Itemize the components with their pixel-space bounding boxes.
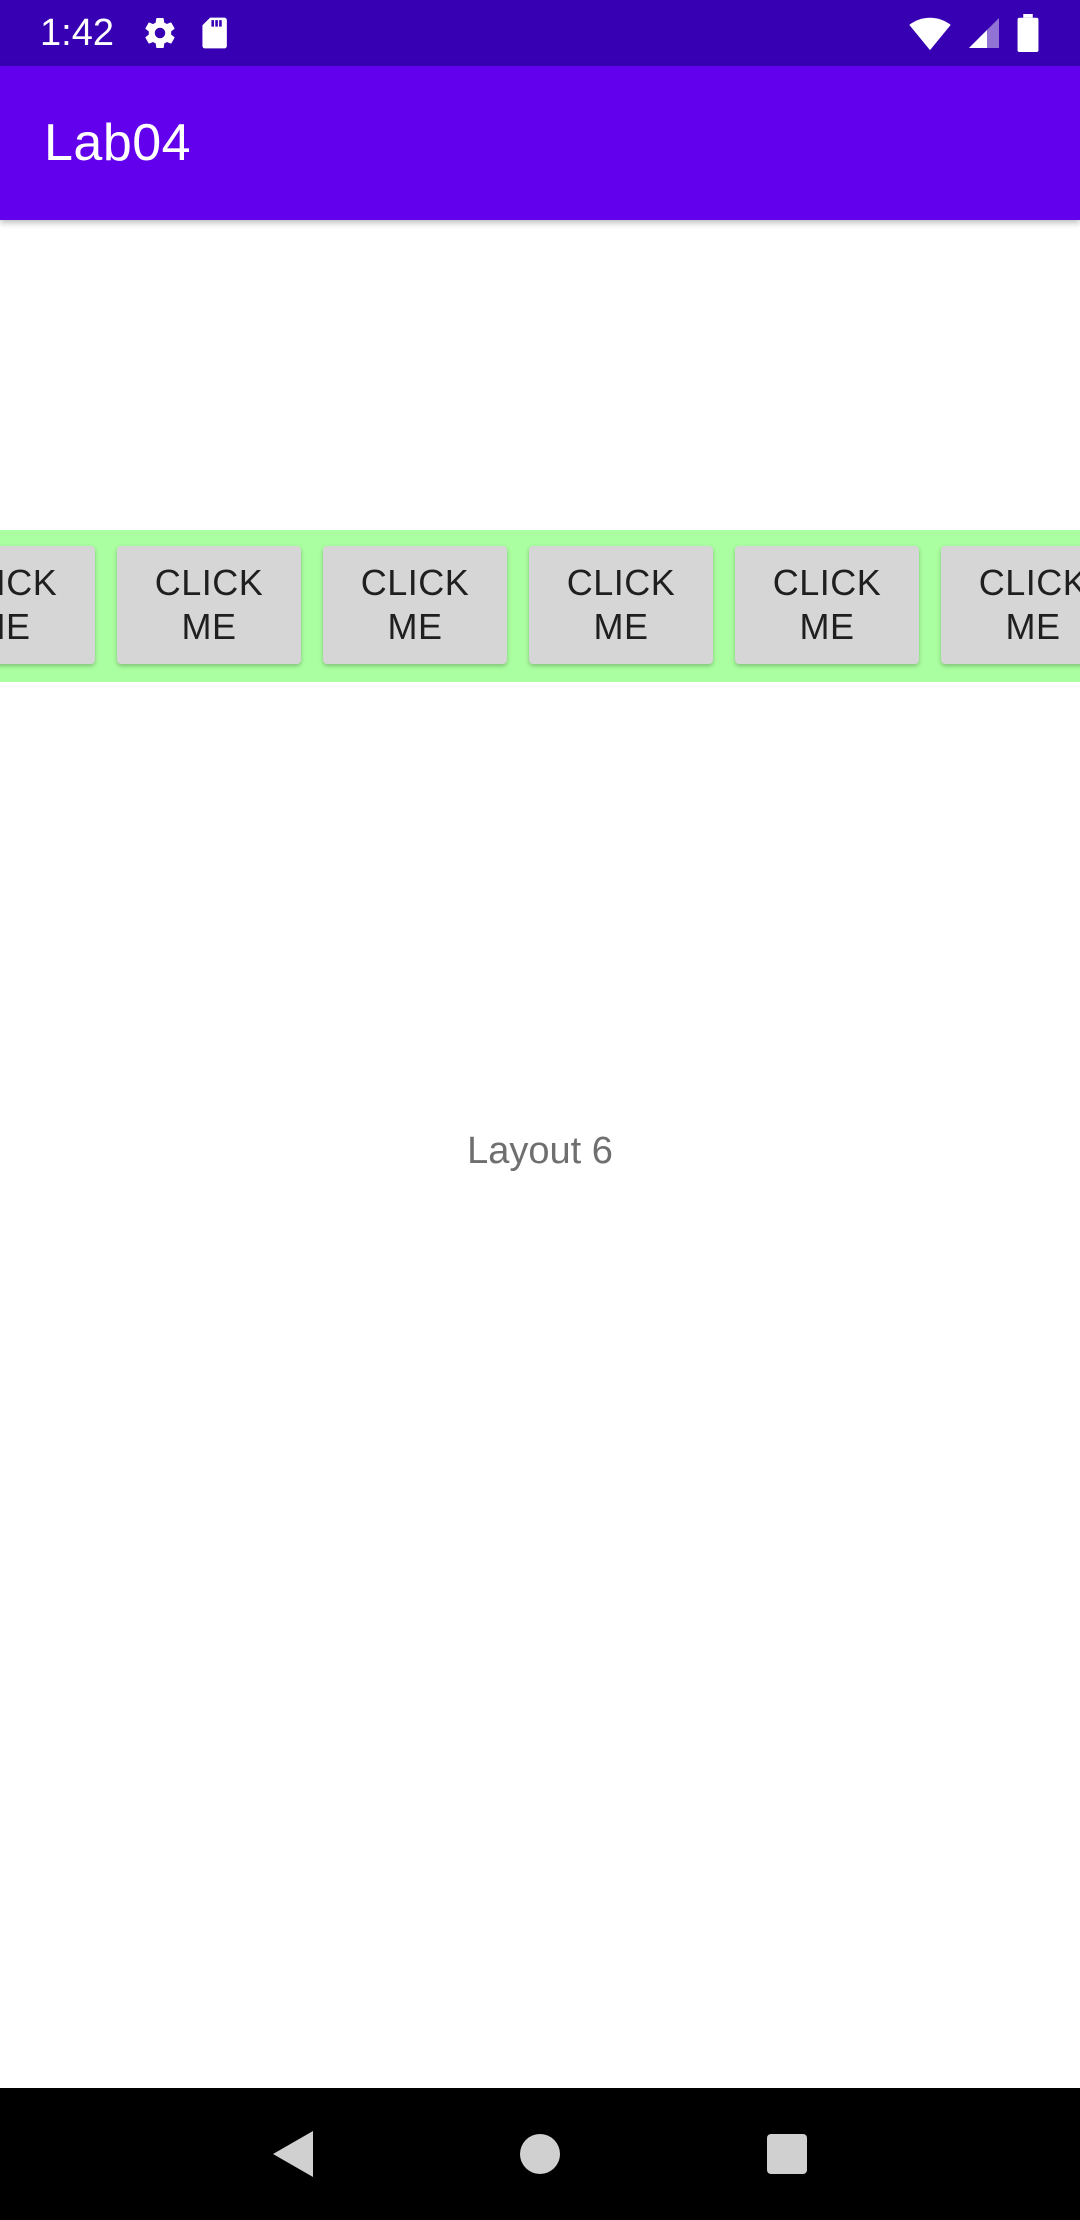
click-me-button-4[interactable]: CLICK ME [529, 546, 713, 664]
status-bar: 1:42 [0, 0, 1080, 66]
layout-label: Layout 6 [467, 1130, 613, 1172]
status-time: 1:42 [40, 11, 114, 54]
navigation-bar [0, 2088, 1080, 2220]
status-right-icons [908, 14, 1040, 52]
sd-card-icon [198, 15, 230, 51]
horizontal-scroll-strip[interactable]: CLICK ME CLICK ME CLICK ME CLICK ME CLIC… [0, 530, 1080, 682]
click-me-button-3[interactable]: CLICK ME [323, 546, 507, 664]
click-me-button-5[interactable]: CLICK ME [735, 546, 919, 664]
gear-icon [142, 15, 178, 51]
recents-icon[interactable] [747, 2114, 827, 2194]
app-bar: Lab04 [0, 66, 1080, 220]
home-icon[interactable] [500, 2114, 580, 2194]
battery-icon [1016, 14, 1040, 52]
app-title: Lab04 [44, 114, 192, 172]
click-me-button-2[interactable]: CLICK ME [117, 546, 301, 664]
click-me-button-1[interactable]: CLICK ME [0, 546, 95, 664]
signal-icon [966, 15, 1002, 51]
button-row: CLICK ME CLICK ME CLICK ME CLICK ME CLIC… [0, 546, 1080, 664]
wifi-icon [908, 15, 952, 51]
screen: 1:42 Lab04 CLICK ME CLICK ME CLICK ME CL [0, 0, 1080, 2220]
back-icon[interactable] [253, 2114, 333, 2194]
click-me-button-6[interactable]: CLICK ME [941, 546, 1080, 664]
